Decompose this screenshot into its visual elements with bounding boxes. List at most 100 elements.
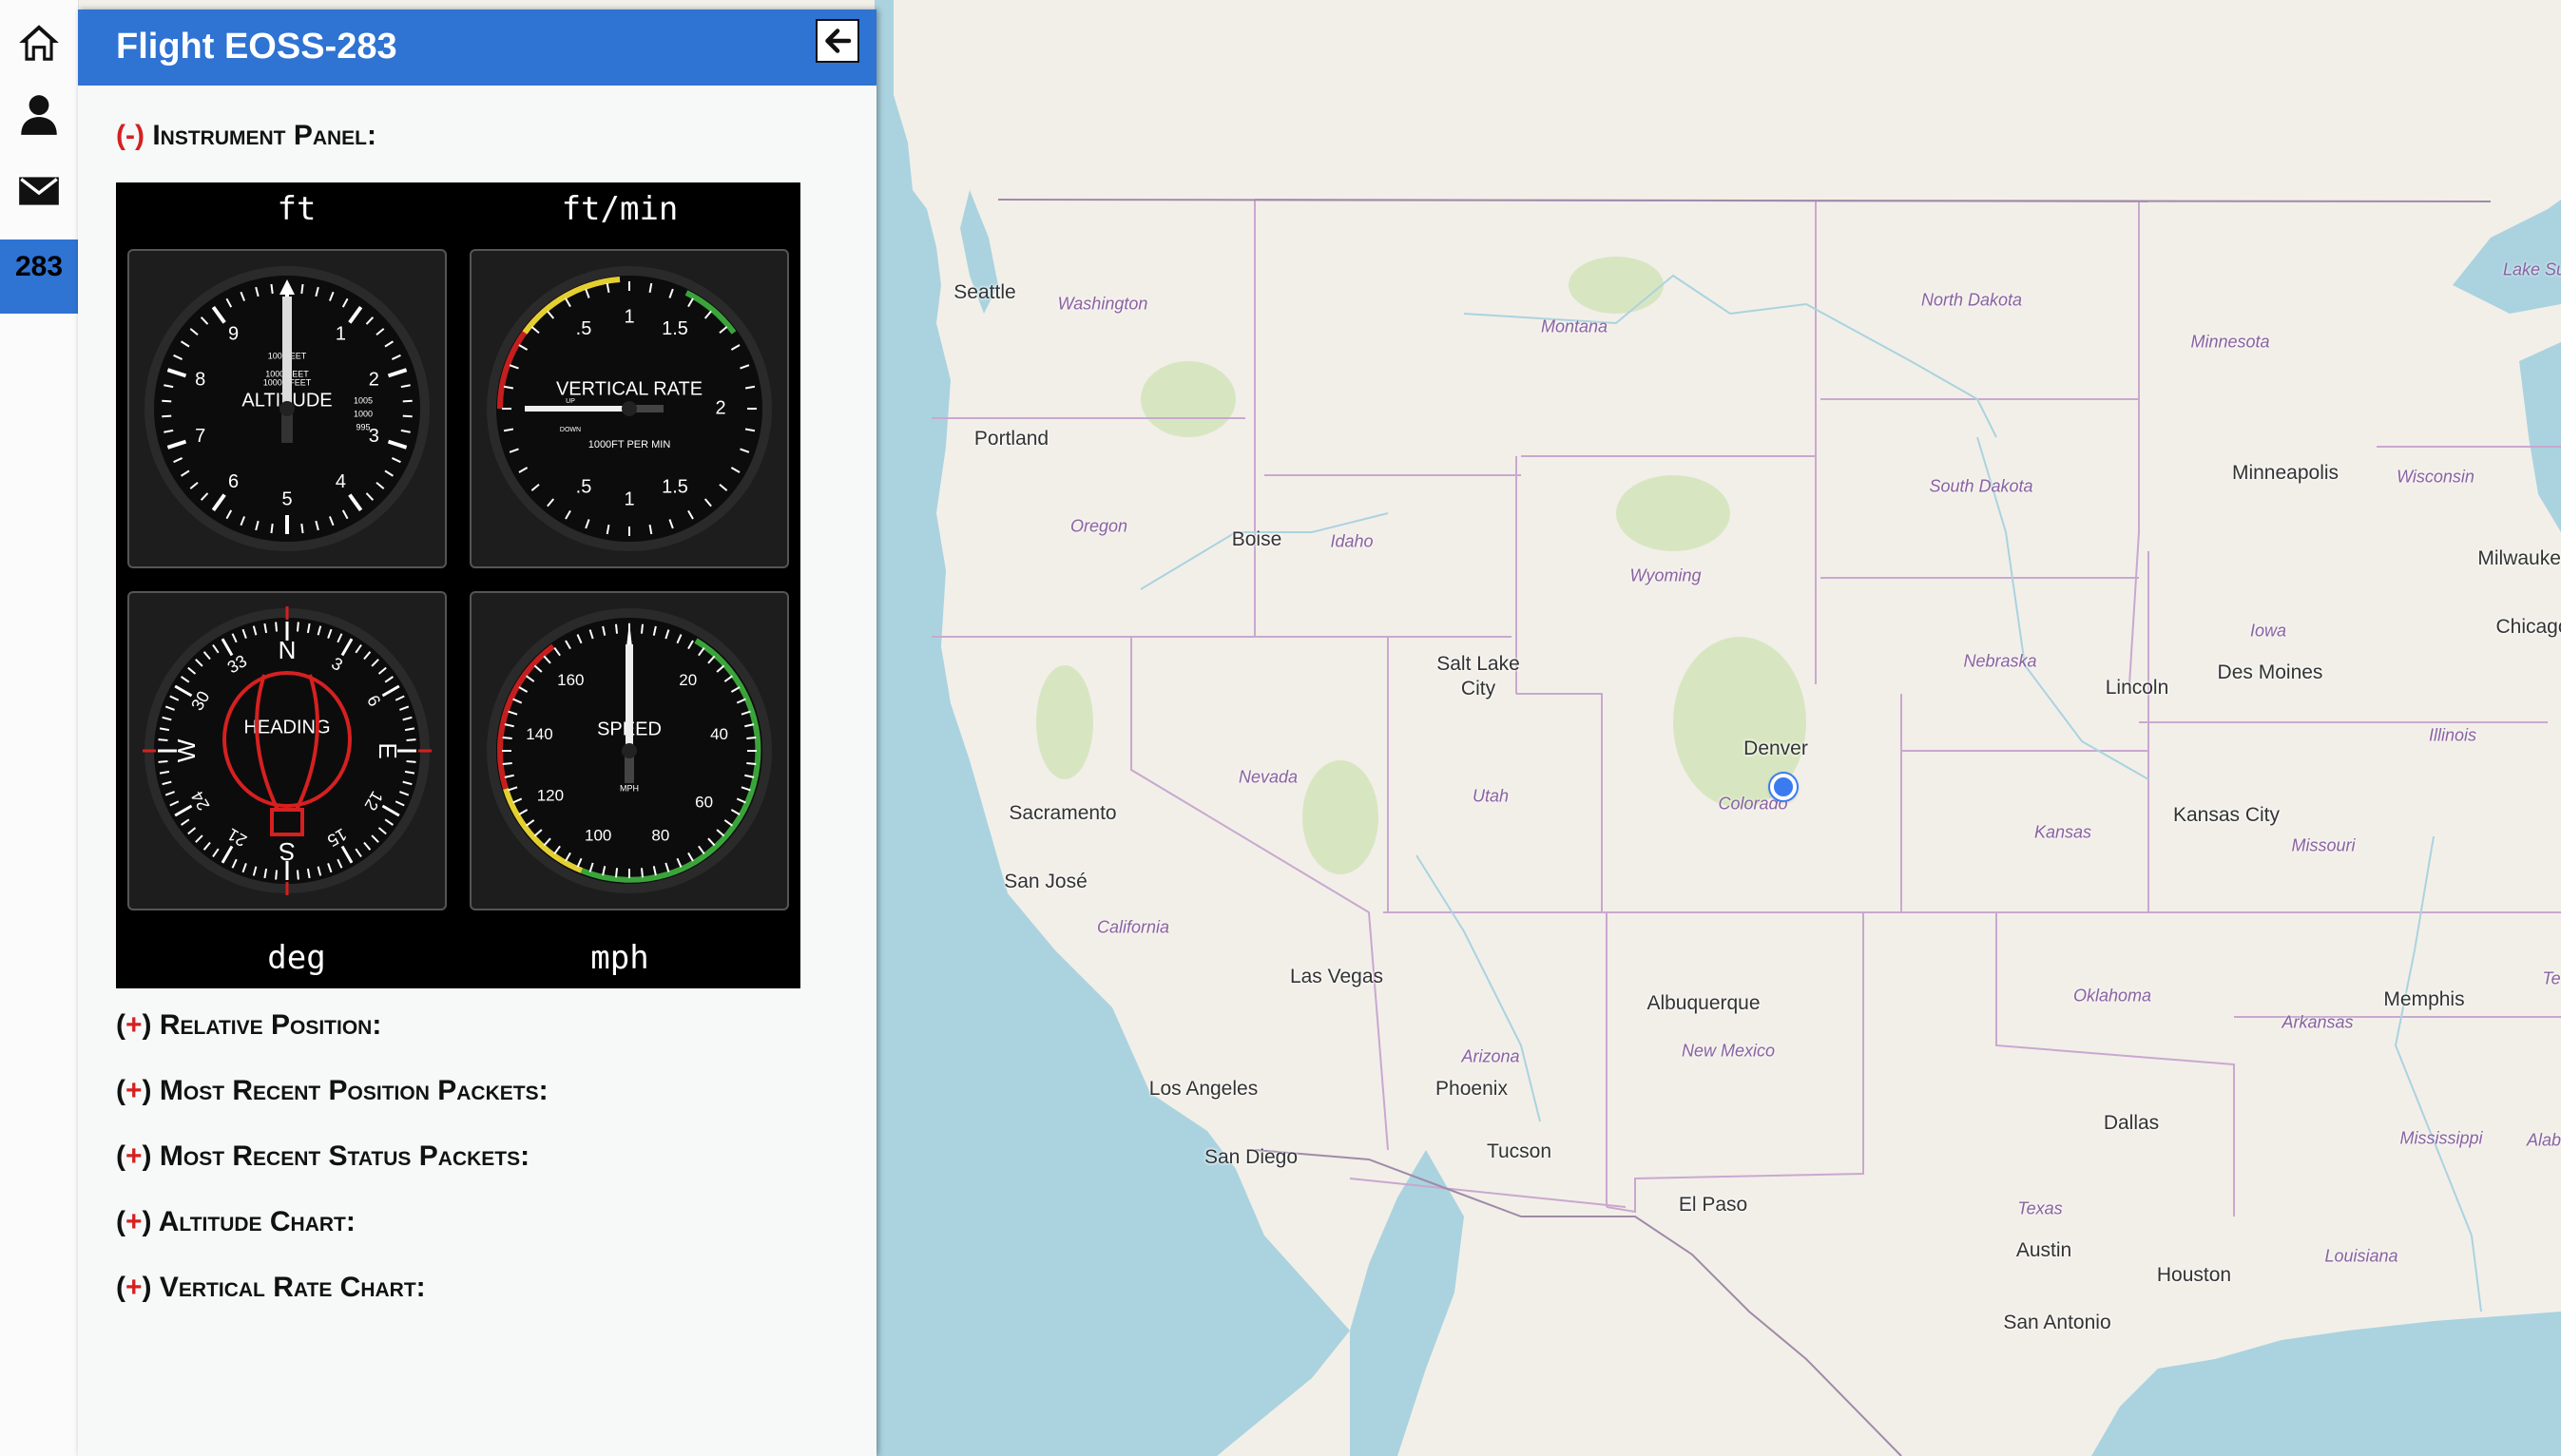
city-label: Denver [1743,738,1808,759]
profile-button[interactable] [0,78,78,152]
instrument-panel: ft ft/min deg mph 1 2 3 4 5 6 7 8 9 100 FEET 1000 … [116,182,800,988]
state-label: Louisiana [2324,1246,2398,1266]
section-label: Most Recent Status Packets: [159,1140,530,1172]
city-label: Boise [1231,528,1282,550]
needle-hub [622,743,637,758]
city-label: Minneapolis [2231,462,2340,484]
panel-header: Flight EOSS-283 [78,10,876,86]
home-icon [19,25,59,61]
state-label: Utah [1472,786,1510,806]
vr-sublabel: 1000FT PER MIN [588,439,671,450]
city-label: Los Angeles [1148,1078,1259,1100]
balloon-position-marker[interactable] [1770,774,1797,800]
collapse-panel-button[interactable] [816,19,859,63]
altitude-needle [282,297,292,409]
vr-needle [525,406,629,412]
state-label: Oklahoma [2072,986,2152,1006]
state-label: Wisconsin [2397,467,2474,487]
icon-sidebar: 283 [0,0,79,1456]
state-label: Montana [1540,316,1608,336]
section-label: Most Recent Position Packets: [159,1075,549,1106]
state-label: Oregon [1069,516,1128,536]
state-label: Arkansas [2282,1012,2354,1032]
speed-gauge: 20406080100120140160SPEEDMPH [470,591,789,910]
needle-hub [622,401,637,416]
section-label: Instrument Panel: [152,120,376,151]
collapse-toggle[interactable]: (-) [116,120,144,151]
panel-title: Flight EOSS-283 [116,27,397,67]
state-label: North Dakota [1920,290,2023,310]
vr-down-label: DOWN [560,427,581,433]
section-relative-position[interactable]: (+) Relative Position: [116,1009,381,1042]
home-button[interactable] [0,6,78,80]
flight-panel: Flight EOSS-283 (-) Instrument Panel: ft… [78,10,876,1456]
speed-number: 80 [651,827,669,845]
city-label: Seattle [953,281,1016,303]
city-label: Sacramento [1009,802,1117,824]
speed-needle [626,644,633,751]
vr-number: 1.5 [662,318,688,339]
heading-number: N [279,636,297,664]
city-label: Houston [2156,1264,2232,1286]
altitude-number: 7 [195,426,205,447]
city-label: Portland [973,428,1049,450]
city-label: Memphis [2383,988,2465,1010]
section-instrument-panel[interactable]: (-) Instrument Panel: [116,120,376,152]
expand-toggle[interactable]: (+) [116,1206,152,1237]
expand-toggle[interactable]: (+) [116,1075,152,1106]
state-label: Wyoming [1629,565,1702,585]
heading-unit: deg [267,939,326,977]
state-label: Kansas [2033,822,2092,842]
expand-toggle[interactable]: (+) [116,1009,152,1041]
speed-number: 160 [557,671,584,689]
section-status-packets[interactable]: (+) Most Recent Status Packets: [116,1140,530,1173]
state-label: California [1096,917,1170,937]
expand-toggle[interactable]: (+) [116,1140,152,1172]
section-altitude-chart[interactable]: (+) Altitude Chart: [116,1206,356,1238]
state-label: New Mexico [1681,1041,1776,1061]
vr-number: .5 [576,318,592,339]
vertical-rate-unit: ft/min [561,190,679,228]
state-label: Washington [1057,294,1148,314]
speed-number: 140 [526,725,552,743]
vr-number: 2 [715,397,725,418]
expand-toggle[interactable]: (+) [116,1272,152,1303]
altitude-number: 9 [228,324,239,345]
vr-label: VERTICAL RATE [556,378,703,399]
needle-hub [279,401,295,416]
state-label: Minnesota [2190,332,2270,352]
altitude-number: 4 [336,471,346,492]
flight-tab-283[interactable]: 283 [0,239,78,314]
messages-button[interactable] [0,154,78,228]
state-label: Alab [2526,1130,2561,1150]
state-label: Illinois [2428,725,2477,745]
state-label: Missouri [2291,835,2356,855]
baro-scale: 995 [356,422,370,431]
altitude-gauge: 123456789100 FEET1000 FEET10000 FEETALTI… [127,249,447,568]
state-label: Te [2542,968,2561,988]
user-icon [21,95,57,135]
speed-unit: mph [590,939,649,977]
section-vertical-rate-chart[interactable]: (+) Vertical Rate Chart: [116,1272,426,1304]
vr-number: 1 [624,306,634,327]
vr-number: 1.5 [662,476,688,497]
state-label: South Dakota [1929,476,2033,496]
speed-number: 100 [585,827,611,845]
city-label: Tucson [1486,1140,1552,1162]
state-label: Lake Su [2502,259,2561,279]
city-label: San José [1004,871,1088,892]
city-label: Milwaukee [2477,547,2561,569]
heading-number: S [279,837,295,866]
speed-number: 120 [537,786,564,804]
vr-up-label: UP [566,398,575,405]
speed-number: 40 [710,725,728,743]
city-label: Lincoln [2105,677,2169,699]
speed-number: 60 [695,794,713,812]
heading-number: W [172,738,201,762]
altitude-number: 8 [195,370,205,391]
altitude-number: 6 [228,471,239,492]
section-position-packets[interactable]: (+) Most Recent Position Packets: [116,1075,549,1107]
speed-sublabel: MPH [620,783,639,793]
city-label: Chicago [2495,616,2561,638]
vertical-rate-gauge: .5 1 1.5 2 1.5 1.5 VERTICAL RATE UP DOWN 1000FT P… [470,249,789,568]
